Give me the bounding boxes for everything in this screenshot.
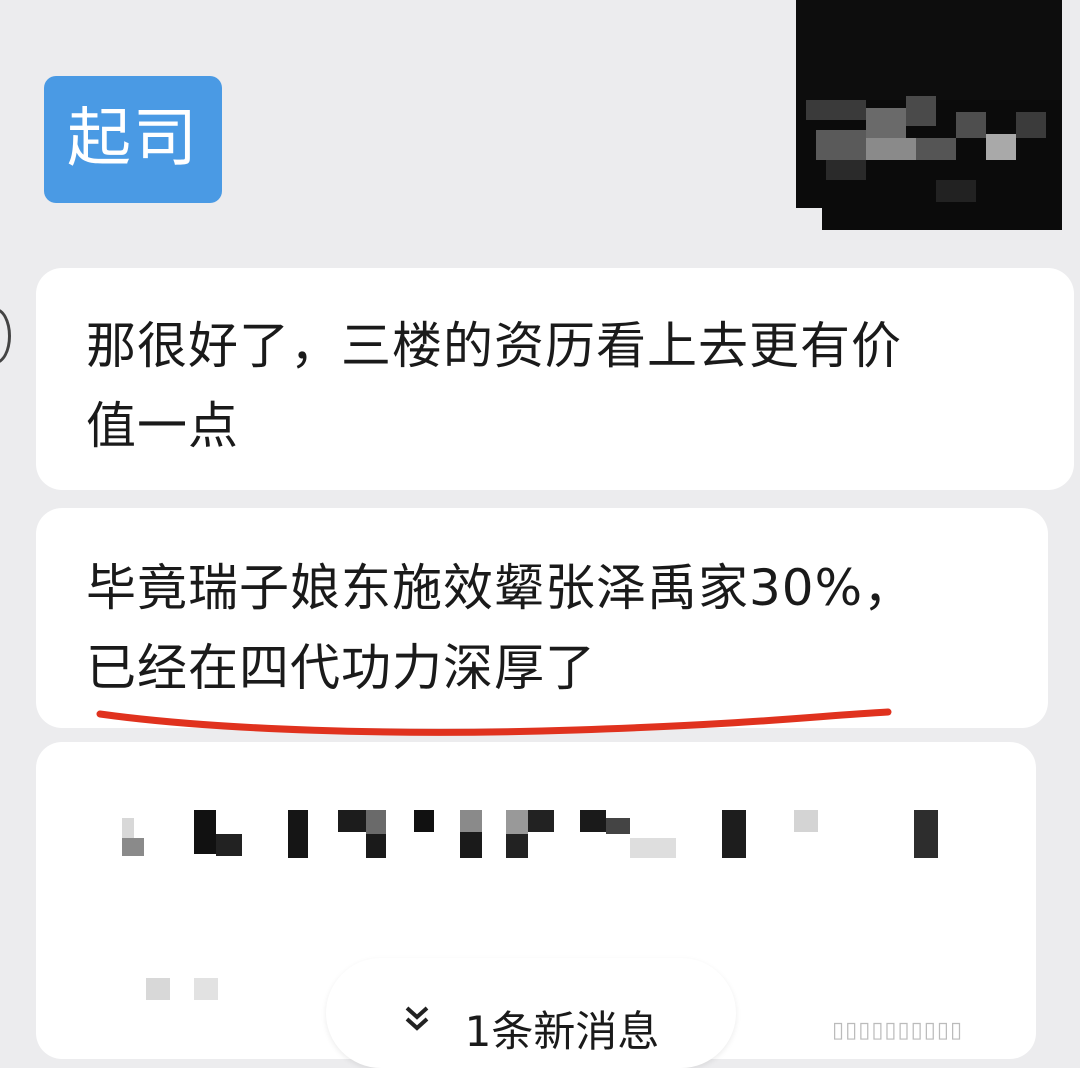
chevron-double-down-icon: [403, 1004, 431, 1042]
message-text: 那很好了，三楼的资历看上去更有价 值一点: [86, 317, 902, 455]
new-messages-label: 1条新消息: [464, 1007, 660, 1056]
sender-tag: 起司: [44, 76, 222, 203]
partial-avatar-edge: [0, 308, 11, 364]
red-underline-annotation: [96, 708, 892, 736]
message-text: 毕竟瑞子娘东施效颦张泽禹家30%， 已经在四代功力深厚了: [86, 559, 915, 697]
watermark-strip: ▯▯▯▯▯▯▯▯▯▯: [832, 1018, 964, 1043]
redacted-avatar[interactable]: [796, 0, 1062, 230]
new-messages-button[interactable]: 1条新消息: [326, 958, 736, 1068]
message-bubble[interactable]: 那很好了，三楼的资历看上去更有价 值一点: [36, 268, 1074, 490]
message-bubble[interactable]: 毕竟瑞子娘东施效颦张泽禹家30%， 已经在四代功力深厚了: [36, 508, 1048, 728]
